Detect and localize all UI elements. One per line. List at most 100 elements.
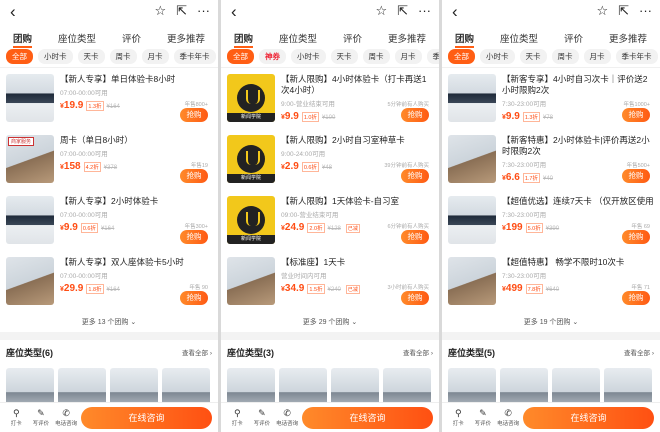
view-all-link[interactable]: 查看全部 › xyxy=(403,347,433,357)
filter-chip[interactable]: 季卡 xyxy=(426,49,439,64)
tab-0[interactable]: 团购 xyxy=(454,31,475,48)
buy-button[interactable]: 抢购 xyxy=(401,108,429,122)
filter-chip[interactable]: 周卡 xyxy=(362,49,390,64)
filter-chip[interactable]: 小时卡 xyxy=(291,49,326,64)
share-icon[interactable]: ⇱ xyxy=(618,3,629,19)
deal-item[interactable]: 【超值优选】连续7天卡 （仅开放区使用 7:30-23:00可用 ¥199 5.0折 ¥… xyxy=(448,192,654,253)
deal-item[interactable]: 【新客专享】4小时自习次卡｜评价送2小时限购2次 7:30-23:00可用 ¥9.9… xyxy=(448,70,654,131)
price-value: 499 xyxy=(505,283,523,294)
buy-button[interactable]: 抢购 xyxy=(401,169,429,183)
deal-item[interactable]: 【新客特惠】2小时体验卡|评价再送2小时限购2次 7:30-23:00可用 ¥6.6… xyxy=(448,131,654,192)
buy-button[interactable]: 抢购 xyxy=(401,230,429,244)
online-consult-button[interactable]: 在线咨询 xyxy=(302,406,433,429)
tab-2[interactable]: 评价 xyxy=(564,31,583,45)
deal-title: 【新客特惠】2小时体验卡|评价再送2小时限购2次 xyxy=(502,135,650,156)
deal-item[interactable]: 【标准座】1天卡 营业时间内可用 ¥34.9 1.5折 ¥240 已减 3小时前有人购买 抢购 xyxy=(227,253,433,314)
deal-title: 【新人限购】1天体验卡-自习室 xyxy=(281,196,400,206)
tab-0[interactable]: 团购 xyxy=(233,31,254,48)
bottom-action[interactable]: ✆ 电话咨询 xyxy=(497,408,519,427)
filter-chip[interactable]: 周卡 xyxy=(109,49,137,64)
deal-item[interactable]: 新闻学院 【新人限购】2小时自习室种草卡 9:00-24:00可用 ¥2.9 0.6折 ¥… xyxy=(227,131,433,192)
original-price: ¥40 xyxy=(542,176,553,182)
view-all-link[interactable]: 查看全部 › xyxy=(624,347,654,357)
tab-2[interactable]: 评价 xyxy=(343,31,362,45)
buy-button[interactable]: 抢购 xyxy=(180,108,208,122)
share-icon[interactable]: ⇱ xyxy=(397,3,408,19)
tab-3[interactable]: 更多推荐 xyxy=(388,31,426,45)
online-consult-button[interactable]: 在线咨询 xyxy=(81,406,212,429)
deal-price: ¥34.9 xyxy=(281,283,304,294)
top-bar: ‹ ☆ ⇱ ··· xyxy=(221,0,439,24)
buy-button[interactable]: 抢购 xyxy=(622,108,650,122)
share-icon[interactable]: ⇱ xyxy=(176,3,187,19)
filter-chip[interactable]: 小时卡 xyxy=(38,49,73,64)
more-icon[interactable]: ··· xyxy=(418,3,431,19)
back-icon[interactable]: ‹ xyxy=(10,2,16,22)
buy-button[interactable]: 抢购 xyxy=(622,169,650,183)
deal-hours: 07:00-00:00可用 xyxy=(60,212,108,219)
tab-2[interactable]: 评价 xyxy=(122,31,141,45)
bottom-action[interactable]: ✎ 写评价 xyxy=(252,408,273,427)
checkin-icon: ⚲ xyxy=(12,408,20,418)
tab-0[interactable]: 团购 xyxy=(12,31,33,48)
back-icon[interactable]: ‹ xyxy=(452,2,458,22)
buy-button[interactable]: 抢购 xyxy=(180,291,208,305)
filter-chip[interactable]: 天卡 xyxy=(330,49,358,64)
bottom-action[interactable]: ⚲ 打卡 xyxy=(6,408,27,427)
bottom-action[interactable]: ✎ 写评价 xyxy=(31,408,52,427)
deal-item[interactable]: 【新人专享】2小时体验卡 07:00-00:00可用 ¥9.9 0.6折 ¥164 年售3… xyxy=(6,192,212,253)
buy-button[interactable]: 抢购 xyxy=(180,169,208,183)
deal-item[interactable]: 【新人专享】单日体验卡8小时 07:00-00:00可用 ¥19.9 1.3折 ¥164… xyxy=(6,70,212,131)
deal-item[interactable]: 【新人专享】双人座体验卡5小时 07:00-00:00可用 ¥29.9 1.8折 ¥16… xyxy=(6,253,212,314)
deal-item[interactable]: 新闻学院 【新人限购】4小时体验卡（打卡再送1次4小时） 9:00-营业结束可用 ¥9… xyxy=(227,70,433,131)
bottom-action[interactable]: ✎ 写评价 xyxy=(473,408,494,427)
filter-chip[interactable]: 全部 xyxy=(448,49,475,64)
more-deals-link[interactable]: 更多 13 个团购 ⌄ xyxy=(0,314,218,332)
store-logo-icon xyxy=(237,145,265,173)
sales-count: 年售19 xyxy=(190,163,208,169)
checkin-icon: ⚲ xyxy=(233,408,241,418)
buy-button[interactable]: 抢购 xyxy=(622,291,650,305)
filter-chip[interactable]: 天卡 xyxy=(77,49,105,64)
deal-item[interactable]: 【超值特惠】 畅学不限时10次卡 7:30-23:00可用 ¥499 7.8折 ¥640… xyxy=(448,253,654,314)
buy-button[interactable]: 抢购 xyxy=(401,291,429,305)
filter-chip[interactable]: 月卡 xyxy=(141,49,169,64)
filter-chip[interactable]: 月卡 xyxy=(394,49,422,64)
filter-chip[interactable]: 月卡 xyxy=(583,49,611,64)
filter-chip[interactable]: 全部 xyxy=(227,49,254,64)
more-icon[interactable]: ··· xyxy=(639,3,652,19)
favorite-star-icon[interactable]: ☆ xyxy=(375,3,387,19)
favorite-star-icon[interactable]: ☆ xyxy=(596,3,608,19)
tab-1[interactable]: 座位类型 xyxy=(500,31,538,45)
tab-3[interactable]: 更多推荐 xyxy=(167,31,205,45)
filter-chip[interactable]: 季卡年卡 xyxy=(173,49,216,64)
original-price: ¥640 xyxy=(545,287,560,293)
filter-chip[interactable]: 小时卡 xyxy=(480,49,515,64)
bottom-action[interactable]: ⚲ 打卡 xyxy=(448,408,469,427)
bottom-action[interactable]: ⚲ 打卡 xyxy=(227,408,248,427)
buy-button[interactable]: 抢购 xyxy=(180,230,208,244)
store-logo-icon xyxy=(237,84,265,112)
more-icon[interactable]: ··· xyxy=(197,3,210,19)
more-deals-link[interactable]: 更多 19 个团购 ⌄ xyxy=(442,314,660,332)
top-bar: ‹ ☆ ⇱ ··· xyxy=(0,0,218,24)
bottom-action[interactable]: ✆ 电话咨询 xyxy=(276,408,298,427)
tab-3[interactable]: 更多推荐 xyxy=(609,31,647,45)
more-deals-link[interactable]: 更多 29 个团购 ⌄ xyxy=(221,314,439,332)
view-all-link[interactable]: 查看全部 › xyxy=(182,347,212,357)
tab-1[interactable]: 座位类型 xyxy=(279,31,317,45)
deal-item[interactable]: 商家服务 周卡（单日8小时） 07:00-00:00可用 ¥158 4.2折 ¥378 年售… xyxy=(6,131,212,192)
bottom-action[interactable]: ✆ 电话咨询 xyxy=(55,408,77,427)
filter-chip[interactable]: 天卡 xyxy=(519,49,547,64)
deal-item[interactable]: 新闻学院 【新人限购】1天体验卡-自习室 09:00-营业结束可用 ¥24.9 2.0折… xyxy=(227,192,433,253)
buy-button[interactable]: 抢购 xyxy=(622,230,650,244)
favorite-star-icon[interactable]: ☆ xyxy=(154,3,166,19)
back-icon[interactable]: ‹ xyxy=(231,2,237,22)
deal-thumbnail xyxy=(448,74,496,122)
online-consult-button[interactable]: 在线咨询 xyxy=(523,406,654,429)
tab-1[interactable]: 座位类型 xyxy=(58,31,96,45)
filter-chip[interactable]: 神券 xyxy=(259,49,286,64)
filter-chip[interactable]: 周卡 xyxy=(551,49,579,64)
filter-chip[interactable]: 季卡年卡 xyxy=(615,49,658,64)
filter-chip[interactable]: 全部 xyxy=(6,49,33,64)
